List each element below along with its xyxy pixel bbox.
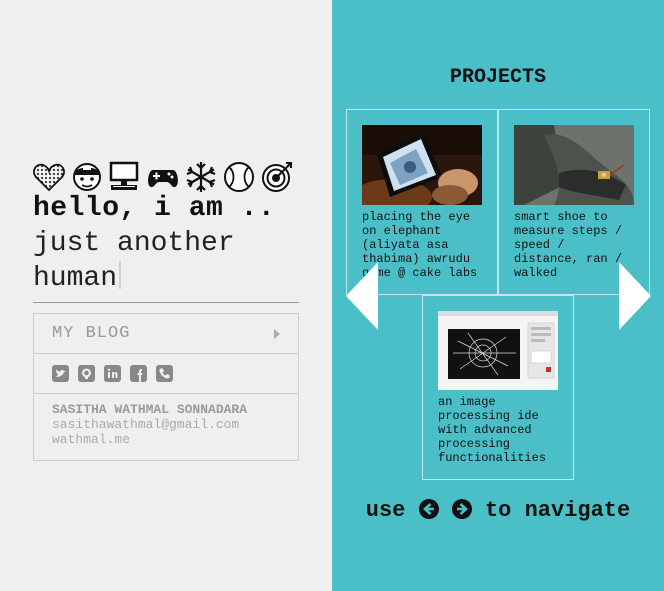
nav-hint-prefix: use (365, 498, 406, 523)
project-caption: smart shoe to measure steps / speed / di… (514, 210, 623, 280)
previous-arrow[interactable] (346, 262, 378, 330)
nav-hint-suffix: to navigate (484, 498, 631, 523)
baseball-icon (224, 162, 254, 192)
social-links (34, 354, 298, 394)
contact-website[interactable]: wathmal.me (52, 432, 298, 447)
project-thumbnail (362, 125, 482, 205)
arrow-left-circle-icon (418, 499, 439, 519)
contact-name: SASITHA WATHMAL SONNADARA (52, 402, 248, 417)
target-icon (262, 162, 292, 192)
text-cursor (119, 261, 122, 289)
project-caption: an image processing ide with advanced pr… (438, 395, 547, 465)
info-card: MY BLOG SASITHA WATHMAL SONNADARA sasith… (33, 313, 299, 461)
project-tile[interactable]: an image processing ide with advanced pr… (422, 295, 574, 480)
computer-icon (109, 161, 139, 190)
tagline: just another human (33, 227, 313, 296)
linkedin-icon[interactable] (104, 365, 121, 382)
divider (33, 302, 299, 303)
heart-icon (33, 163, 65, 192)
next-arrow[interactable] (619, 262, 651, 330)
project-thumbnail (438, 311, 558, 390)
blog-link[interactable]: MY BLOG (34, 314, 298, 354)
project-thumbnail (514, 125, 634, 205)
twitter-icon[interactable] (52, 365, 69, 382)
arrow-right-circle-icon (451, 499, 472, 519)
blog-label: MY BLOG (52, 324, 131, 343)
projects-title: PROJECTS (449, 66, 546, 89)
snowflake-icon (186, 162, 216, 192)
gamepad-icon (148, 170, 178, 188)
project-caption: placing the eye on elephant (aliyata asa… (362, 210, 478, 280)
chevron-right-icon (274, 328, 280, 339)
contact-info: SASITHA WATHMAL SONNADARA sasithawathmal… (34, 394, 298, 447)
facebook-icon[interactable] (130, 365, 147, 382)
contact-email[interactable]: sasithawathmal@gmail.com (52, 417, 298, 432)
phone-icon[interactable] (156, 365, 173, 382)
interest-icons (32, 160, 294, 194)
left-panel: hello, i am .. just another human MY BLO… (0, 0, 332, 591)
greeting-heading: hello, i am .. (33, 193, 276, 224)
github-icon[interactable] (78, 365, 95, 382)
tagline-text: just another human (33, 228, 235, 294)
navigation-hint: use to navigate (332, 498, 664, 523)
helmet-face-icon (73, 163, 101, 191)
